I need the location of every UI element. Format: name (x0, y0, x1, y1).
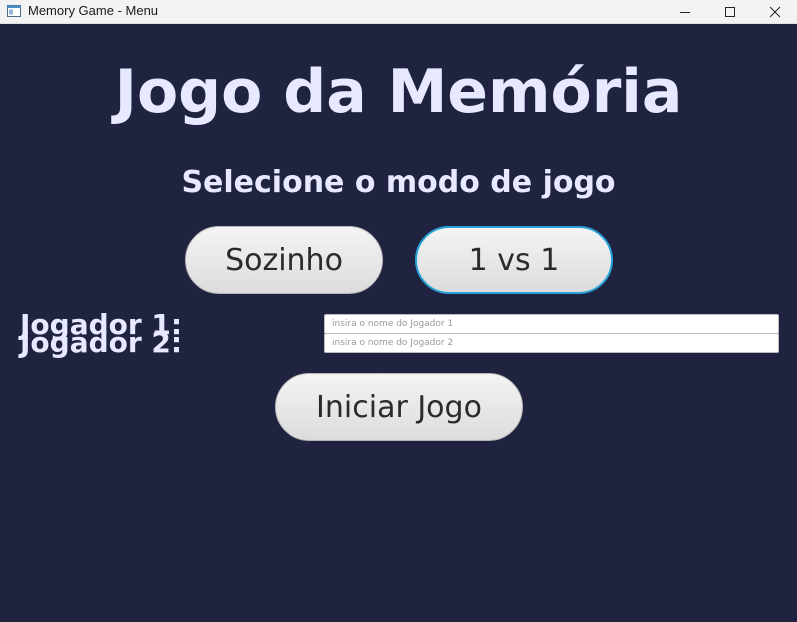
player2-name-field[interactable] (324, 333, 779, 353)
solo-mode-button[interactable]: Sozinho (185, 226, 383, 294)
player2-label: Jogador 2: (20, 326, 183, 359)
mode-prompt: Selecione o modo de jogo (181, 165, 616, 200)
minimize-button[interactable] (663, 0, 707, 24)
versus-mode-button[interactable]: 1 vs 1 (415, 226, 613, 294)
app-icon (6, 3, 22, 19)
minimize-icon (679, 3, 691, 22)
maximize-icon (724, 3, 736, 22)
maximize-button[interactable] (708, 0, 752, 24)
close-icon (769, 3, 781, 22)
game-title: Jogo da Memória (114, 57, 683, 127)
title-bar[interactable]: Memory Game - Menu (0, 0, 797, 24)
memory-game-window: Memory Game - Menu Jogo da Memória Selec… (0, 0, 797, 622)
player1-name-field[interactable] (324, 314, 779, 334)
start-game-button[interactable]: Iniciar Jogo (275, 373, 523, 441)
close-button[interactable] (753, 0, 797, 24)
window-title: Memory Game - Menu (28, 3, 159, 18)
